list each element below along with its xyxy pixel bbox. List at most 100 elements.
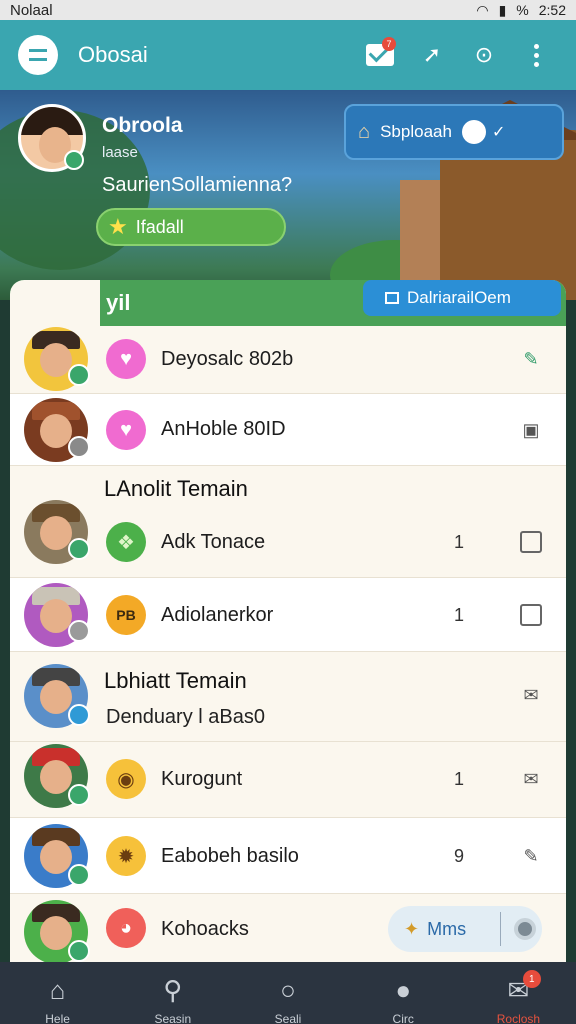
star-icon: ★: [108, 214, 128, 239]
share-profile-button[interactable]: ⌂ Sbploaah ✓: [344, 104, 564, 160]
camera-icon[interactable]: ▣: [520, 419, 542, 441]
nav-rewards[interactable]: ✉ 1 Roclosh: [461, 962, 576, 1024]
profile-status: SaurienSollamienna?: [102, 174, 293, 196]
status-icon: [68, 436, 90, 458]
chat-bubble-icon: [461, 120, 486, 144]
share-profile-label: Sbploaah: [380, 122, 452, 141]
more-label: Mms: [427, 918, 467, 939]
list-item[interactable]: ◕ Kohoacks ✦ Mms: [10, 894, 566, 962]
section-subtitle: Denduary l aBas0: [106, 706, 265, 728]
list-item[interactable]: ✹ Eabobeh basilo 9 ✎: [10, 818, 566, 894]
app-title: Obosai: [78, 42, 148, 67]
item-label: Eabobeh basilo: [161, 845, 299, 867]
checkbox[interactable]: [520, 604, 542, 626]
divider: [500, 912, 501, 946]
level-badge[interactable]: ★ Ifadall: [96, 208, 286, 246]
nav-badge: 1: [522, 970, 541, 988]
menu-logo-button[interactable]: [18, 35, 58, 75]
list-panel: yil DalriarailOem ♥ Deyosalc 802b ✎ ♥ An…: [10, 280, 566, 962]
status-icon: [68, 620, 90, 642]
verified-icon: [68, 704, 90, 726]
item-label: Adk Tonace: [161, 531, 266, 553]
leaf-icon: ❖: [106, 522, 146, 562]
panel-header: yil DalriarailOem: [10, 280, 566, 326]
list-item[interactable]: Lbhiatt Temain Denduary l aBas0 ✉: [10, 652, 566, 742]
home-icon: ⌂: [49, 975, 66, 1005]
dashboard-button[interactable]: DalriarailOem: [363, 280, 561, 316]
panel-header-label: yil: [106, 290, 131, 315]
gear-icon: ✹: [106, 836, 146, 876]
check-icon: ✓: [491, 124, 506, 141]
profile-hero: Obroola laase SaurienSollamienna? ★ Ifad…: [0, 90, 576, 300]
profile-subtitle: laase: [102, 144, 138, 161]
signal-icon: ▮: [498, 1, 507, 18]
circle-icon: ○: [280, 975, 296, 1005]
item-count: 1: [454, 605, 465, 625]
level-label: Ifadall: [135, 216, 184, 237]
profile-name: Obroola: [102, 114, 183, 137]
item-label: AnHoble 80ID: [161, 418, 286, 440]
background-tower: [400, 180, 440, 280]
online-status-icon: [68, 538, 90, 560]
more-icon: [533, 43, 539, 67]
more-pill-button[interactable]: ✦ Mms: [388, 906, 542, 952]
online-status-icon: [68, 784, 90, 806]
coin-icon: ◉: [106, 759, 146, 799]
nav-search[interactable]: ⚲ Seasin: [115, 962, 230, 1024]
search-icon: ⚲: [163, 975, 183, 1005]
heart-icon: ♥: [106, 339, 146, 379]
panel-tab[interactable]: [10, 280, 100, 326]
pin-icon: ✦: [404, 918, 420, 939]
nav-rewards-label: Roclosh: [496, 1012, 541, 1024]
battery-label: %: [516, 2, 529, 18]
clock-label: 2:52: [538, 2, 566, 18]
mail-icon[interactable]: ✉: [520, 684, 542, 706]
list-item[interactable]: ♥ AnHoble 80ID ▣: [10, 394, 566, 466]
list-item[interactable]: PB Adiolanerkor 1: [10, 578, 566, 652]
mail-icon[interactable]: ✉: [520, 768, 542, 790]
status-bar: Nolaal ◠ ▮ % 2:52: [0, 0, 576, 20]
nav-profile[interactable]: ● Circ: [346, 962, 461, 1024]
nav-profile-label: Circ: [392, 1012, 414, 1024]
nav-circle[interactable]: ○ Seali: [230, 962, 345, 1024]
dashboard-label: DalriarailOem: [407, 288, 511, 307]
bottom-nav: ⌂ Hele ⚲ Seasin ○ Seali ● Circ ✉ 1 Roclo…: [0, 962, 576, 1024]
app-bar: Obosai 7 ➚ ⊙: [0, 20, 576, 90]
section-title: Lbhiatt Temain: [104, 668, 247, 693]
messages-button[interactable]: 7: [358, 33, 402, 77]
item-label: Kurogunt: [161, 768, 243, 790]
wifi-icon: ◠: [476, 1, 489, 18]
list-item[interactable]: LAnolit Temain ❖ Adk Tonace 1: [10, 466, 566, 578]
section-title: LAnolit Temain: [104, 476, 248, 501]
search-button[interactable]: ⊙: [462, 33, 506, 77]
pin-icon[interactable]: ✎: [520, 348, 542, 370]
item-count: 1: [454, 769, 465, 789]
item-count: 1: [454, 532, 465, 552]
item-label: Kohoacks: [161, 918, 249, 940]
online-status-icon: [68, 940, 90, 962]
online-status-icon: [68, 364, 90, 386]
mail-badge: 7: [382, 37, 396, 51]
list-item[interactable]: ♥ Deyosalc 802b ✎: [10, 324, 566, 394]
edit-icon[interactable]: ✎: [520, 845, 542, 867]
home-icon: ⌂: [358, 120, 371, 143]
item-count: 9: [454, 846, 465, 866]
menu-icon: [29, 49, 47, 61]
overflow-menu-button[interactable]: [514, 33, 558, 77]
share-button[interactable]: ➚: [410, 33, 454, 77]
nav-home-label: Hele: [45, 1012, 70, 1024]
record-icon[interactable]: [514, 918, 536, 940]
online-status-icon: [64, 150, 84, 170]
list-item[interactable]: ◉ Kurogunt 1 ✉: [10, 742, 566, 818]
item-label: Adiolanerkor: [161, 604, 274, 626]
person-icon: ●: [395, 975, 412, 1005]
search-icon: ⊙: [474, 42, 494, 67]
heart-icon: ♥: [106, 410, 146, 450]
nav-home[interactable]: ⌂ Hele: [0, 962, 115, 1024]
item-label: Deyosalc 802b: [161, 348, 294, 370]
checkbox[interactable]: [520, 531, 542, 553]
dashboard-icon: [385, 292, 399, 304]
online-status-icon: [68, 864, 90, 886]
share-arrow-icon: ➚: [422, 42, 442, 67]
carrier-label: Nolaal: [10, 1, 53, 19]
